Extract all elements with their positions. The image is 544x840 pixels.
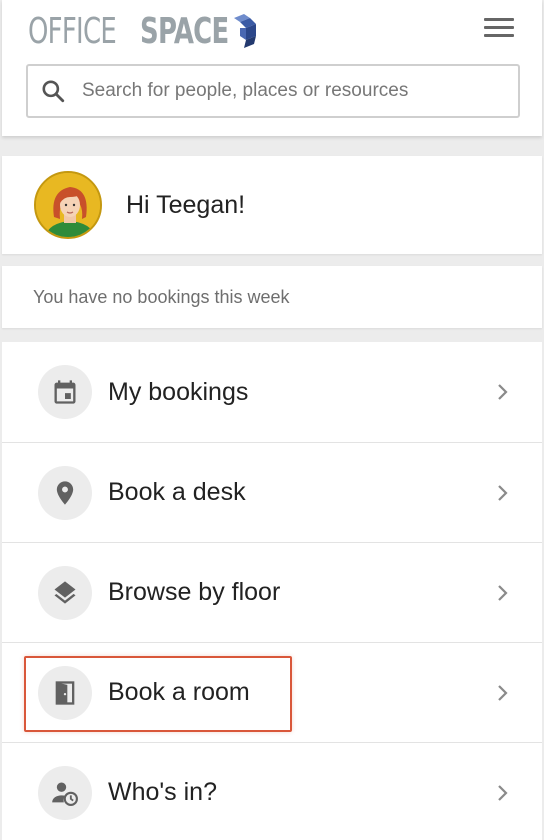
chevron-right-icon — [498, 584, 508, 601]
menu-item-book-desk[interactable]: Book a desk — [2, 442, 542, 542]
chevron-right-icon — [498, 784, 508, 801]
layers-icon — [38, 565, 92, 620]
menu-item-label: Book a desk — [108, 478, 246, 506]
menu-item-book-room[interactable]: Book a room — [2, 642, 542, 742]
chevron-right-icon — [498, 484, 508, 501]
search-box[interactable] — [26, 64, 520, 118]
avatar-illustration — [36, 173, 100, 237]
greeting-text: Hi Teegan! — [126, 190, 246, 219]
chevron-right-icon — [498, 684, 508, 701]
logo-cube-icon — [234, 14, 256, 48]
door-icon — [38, 665, 92, 720]
menu-item-label: My bookings — [108, 377, 249, 406]
logo-text-office: OFFICE — [28, 10, 117, 52]
search-input[interactable] — [82, 71, 518, 111]
bookings-notice-card: You have no bookings this week — [2, 266, 542, 328]
officespace-logo[interactable]: OFFICE SPACE — [28, 10, 260, 52]
location-pin-icon — [38, 465, 92, 520]
avatar[interactable] — [34, 171, 102, 239]
calendar-icon — [38, 365, 92, 419]
menu-item-label: Book a room — [108, 678, 250, 706]
search-icon — [42, 80, 65, 103]
menu-item-label: Browse by floor — [108, 578, 281, 606]
hamburger-menu-icon[interactable] — [484, 18, 514, 40]
no-bookings-message: You have no bookings this week — [33, 286, 290, 307]
main-menu-list: My bookings Book a desk Browse by floor … — [2, 342, 542, 840]
menu-item-browse-floor[interactable]: Browse by floor — [2, 542, 542, 642]
menu-item-label: Who's in? — [108, 778, 217, 806]
greeting-card: Hi Teegan! — [2, 156, 542, 254]
chevron-right-icon — [498, 384, 508, 400]
person-clock-icon — [38, 765, 92, 820]
menu-item-my-bookings[interactable]: My bookings — [2, 342, 542, 442]
app-header: OFFICE SPACE — [2, 0, 542, 136]
logo-text-space: SPACE — [140, 10, 229, 52]
menu-item-whos-in[interactable]: Who's in? — [2, 742, 542, 840]
